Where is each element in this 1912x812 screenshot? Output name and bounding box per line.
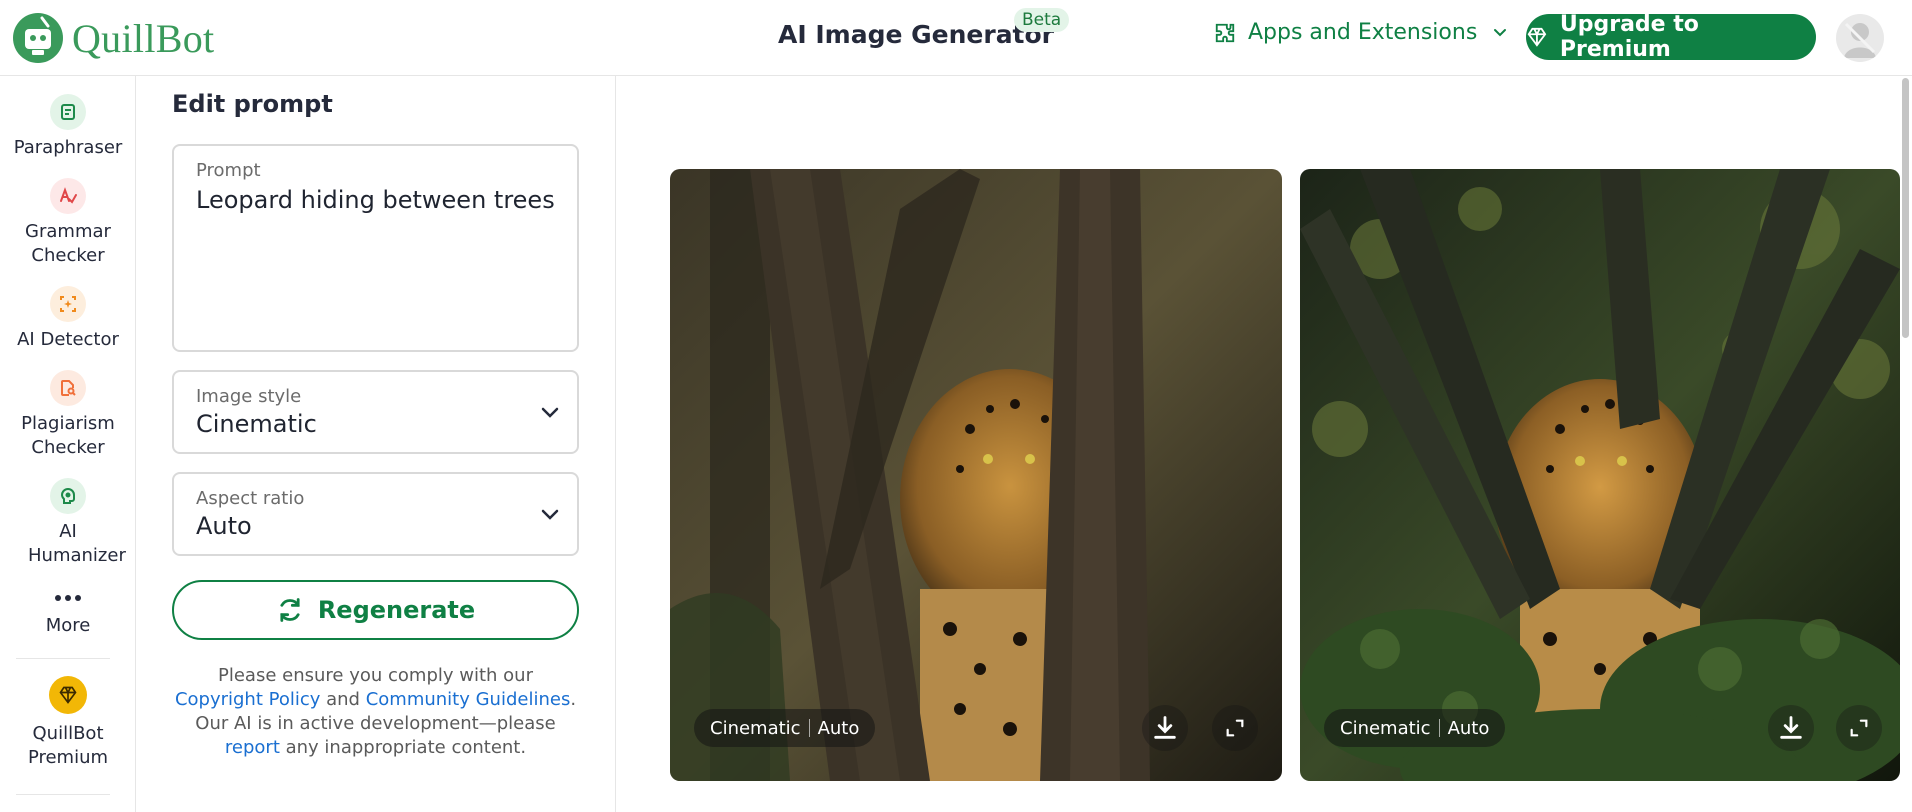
sidebar-item-label: Plagiarism Checker — [21, 413, 115, 458]
grammar-checker-icon — [50, 178, 86, 214]
page-title: AI Image Generator — [778, 20, 1055, 49]
generated-image — [1300, 169, 1900, 781]
style-tag: Cinematic — [1340, 717, 1431, 739]
ai-humanizer-icon — [50, 478, 86, 514]
prompt-input[interactable]: Leopard hiding between trees — [196, 186, 555, 214]
upgrade-label: Upgrade to Premium — [1559, 12, 1699, 62]
image-style-label: Image style — [196, 386, 302, 407]
more-dots-icon — [50, 586, 86, 610]
ai-detector-icon — [50, 286, 86, 322]
sidebar-item-label: More — [45, 615, 91, 636]
paraphraser-icon — [50, 94, 86, 130]
community-guidelines-link[interactable]: Community Guidelines — [366, 689, 571, 710]
generated-image — [670, 169, 1282, 781]
user-avatar-icon — [1844, 22, 1876, 58]
user-avatar[interactable] — [1836, 14, 1884, 62]
sidebar-item-label: Paraphraser — [13, 137, 123, 158]
sidebar-item-more[interactable]: More — [0, 586, 136, 638]
upgrade-to-premium-button[interactable]: Upgrade to Premium — [1526, 12, 1816, 62]
image-style-select[interactable]: Image style Cinematic — [172, 370, 579, 454]
chevron-down-icon — [541, 407, 559, 418]
aspect-ratio-value: Auto — [196, 512, 252, 540]
fullscreen-button[interactable] — [1212, 705, 1258, 751]
notice-text-1: Please ensure you comply with our — [218, 665, 533, 686]
copyright-policy-link[interactable]: Copyright Policy — [175, 689, 320, 710]
image-style-value: Cinematic — [196, 410, 317, 438]
refresh-icon — [280, 598, 300, 622]
sidebar-item-ai-detector[interactable]: AI Detector — [0, 286, 136, 352]
generated-image-card[interactable]: Cinematic Auto — [1300, 169, 1900, 781]
image-tags: Cinematic Auto — [1324, 709, 1506, 747]
sidebar-item-grammar-checker[interactable]: Grammar Checker — [0, 178, 136, 268]
tag-separator — [1438, 719, 1440, 737]
top-header: QuillBot AI Image Generator Beta Apps an… — [0, 0, 1912, 76]
sidebar-divider — [16, 794, 110, 795]
ratio-tag: Auto — [817, 717, 860, 739]
sidebar-item-quillbot-premium[interactable]: QuillBot Premium — [0, 676, 136, 770]
page-title-wrap: AI Image Generator Beta — [778, 8, 1070, 49]
download-icon — [1154, 716, 1176, 739]
generated-image-card[interactable]: Cinematic Auto — [670, 169, 1282, 781]
apps-and-extensions-menu[interactable]: Apps and Extensions — [1214, 20, 1519, 45]
notice-text-2: and — [320, 689, 366, 710]
apps-and-extensions-label: Apps and Extensions — [1248, 20, 1478, 45]
beta-badge: Beta — [1014, 8, 1070, 32]
scrollbar-thumb[interactable] — [1902, 78, 1909, 338]
edit-prompt-panel: Edit prompt Prompt Leopard hiding betwee… — [136, 76, 616, 812]
quillbot-logo-icon — [13, 13, 63, 63]
notice-text-4: any inappropriate content. — [279, 737, 527, 758]
tag-separator — [808, 719, 810, 737]
sidebar-item-paraphraser[interactable]: Paraphraser — [0, 94, 136, 160]
aspect-ratio-select[interactable]: Aspect ratio Auto — [172, 472, 579, 556]
regenerate-label: Regenerate — [317, 596, 476, 624]
sidebar-item-label: Grammar Checker — [25, 221, 111, 266]
sidebar-item-plagiarism-checker[interactable]: Plagiarism Checker — [0, 370, 136, 460]
download-button[interactable] — [1142, 705, 1188, 751]
expand-icon — [1850, 719, 1868, 737]
left-sidebar: Paraphraser Grammar Checker AI Detector … — [0, 76, 136, 812]
usage-notice: Please ensure you comply with our Copyri… — [172, 664, 579, 760]
panel-title: Edit prompt — [172, 90, 333, 118]
plagiarism-checker-icon — [50, 370, 86, 406]
aspect-ratio-label: Aspect ratio — [196, 488, 305, 509]
sidebar-item-ai-humanizer[interactable]: AI Humanizer — [0, 478, 136, 568]
sidebar-item-label: QuillBot Premium — [27, 723, 109, 768]
premium-diamond-icon — [49, 676, 87, 714]
report-link[interactable]: report — [225, 737, 280, 758]
style-tag: Cinematic — [710, 717, 801, 739]
ratio-tag: Auto — [1447, 717, 1490, 739]
sidebar-item-label: AI Detector — [17, 329, 119, 350]
quillbot-logo[interactable]: QuillBot — [12, 12, 214, 64]
chevron-down-icon — [541, 509, 559, 520]
expand-icon — [1226, 719, 1244, 737]
puzzle-icon — [1215, 23, 1235, 42]
sidebar-divider — [16, 658, 110, 659]
regenerate-button[interactable]: Regenerate — [172, 580, 579, 640]
sidebar-item-label: AI Humanizer — [28, 521, 126, 566]
prompt-field[interactable]: Prompt Leopard hiding between trees — [172, 144, 579, 352]
logo-text: QuillBot — [72, 15, 215, 61]
image-tags: Cinematic Auto — [694, 709, 876, 747]
fullscreen-button[interactable] — [1836, 705, 1882, 751]
download-icon — [1780, 716, 1802, 739]
chevron-down-icon — [1494, 28, 1507, 36]
download-button[interactable] — [1768, 705, 1814, 751]
page-scrollbar[interactable] — [1900, 76, 1910, 812]
prompt-label: Prompt — [196, 160, 261, 181]
diamond-icon — [1527, 27, 1547, 47]
